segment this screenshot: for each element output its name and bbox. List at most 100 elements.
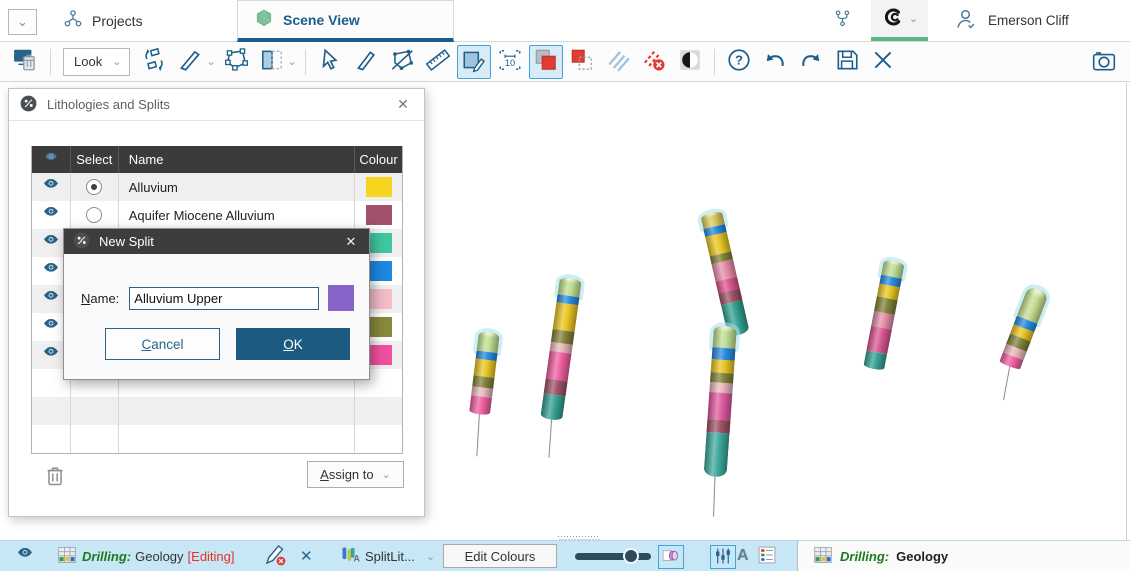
interval-display-toggle[interactable] (710, 545, 736, 569)
show-selection-button[interactable] (601, 45, 635, 79)
select-radio[interactable] (86, 207, 102, 223)
drillhole-interval-segment[interactable] (703, 432, 729, 477)
split-name-input[interactable] (129, 287, 319, 310)
interval-length-button[interactable]: 10 (493, 45, 527, 79)
add-selection-icon (533, 47, 559, 76)
drillhole[interactable] (464, 331, 500, 458)
draw-polyline-button[interactable] (219, 45, 253, 79)
drillhole[interactable] (700, 211, 750, 338)
eye-icon[interactable] (40, 178, 62, 197)
scene-list-item[interactable]: Drilling: Geology (797, 541, 1130, 571)
tab-projects[interactable]: Projects (52, 0, 153, 41)
contrast-button[interactable] (673, 45, 707, 79)
splits-icon (19, 94, 38, 116)
undo-button[interactable] (758, 45, 792, 79)
help-icon: ? (726, 47, 752, 76)
polygon-select-button[interactable] (385, 45, 419, 79)
look-dropdown[interactable]: Look⌄ (63, 48, 130, 76)
drillhole[interactable] (701, 325, 737, 517)
drillhole-collar-segment[interactable] (712, 325, 736, 349)
select-intervals-button[interactable] (457, 45, 491, 79)
undo-icon (762, 47, 788, 76)
close-icon[interactable]: ✕ (392, 96, 414, 113)
eye-icon[interactable] (40, 290, 62, 309)
tab-scene-view[interactable]: Scene View (237, 0, 454, 42)
slider-track[interactable] (575, 553, 651, 560)
name-label: Name: (81, 291, 119, 306)
drillhole-interval-segment[interactable] (469, 395, 492, 415)
help-button[interactable]: ? (722, 45, 756, 79)
layer-visibility-toggle[interactable] (14, 541, 36, 571)
svg-text:A: A (353, 553, 360, 563)
stop-editing-button[interactable] (263, 541, 287, 571)
eye-icon[interactable] (40, 346, 62, 365)
projects-tab-label: Projects (92, 13, 143, 29)
drillhole[interactable] (987, 285, 1049, 402)
drillhole[interactable] (863, 259, 905, 371)
table-row[interactable]: Aquifer Miocene Alluvium (32, 201, 402, 229)
delete-lithology-button[interactable] (43, 463, 67, 490)
close-icon[interactable]: ✕ (341, 234, 361, 250)
screenshot-button[interactable] (1088, 46, 1120, 78)
select-radio[interactable] (86, 179, 102, 195)
clear-selection-button[interactable] (637, 45, 671, 79)
ruler-button[interactable] (421, 45, 455, 79)
trash-icon (43, 475, 67, 490)
split-colour-swatch[interactable] (328, 285, 354, 311)
text-labels-toggle[interactable]: A (737, 541, 749, 571)
swap-objects-button[interactable] (137, 45, 171, 79)
window-menu-button[interactable]: ⌄ (8, 9, 37, 35)
central-menu-button[interactable]: ⌄ (871, 0, 928, 41)
select-tool-button[interactable] (313, 45, 347, 79)
hatch-icon (605, 47, 631, 76)
drillhole-interval-segment[interactable] (540, 393, 565, 421)
eye-icon[interactable] (40, 206, 62, 225)
table-row[interactable]: Alluvium (32, 173, 402, 201)
scene-view-tab-label: Scene View (283, 12, 360, 28)
redo-button[interactable] (794, 45, 828, 79)
toolbar-separator (305, 49, 306, 75)
drillhole[interactable] (535, 276, 582, 458)
draw-slice-line-button[interactable] (349, 45, 383, 79)
eye-icon[interactable] (40, 234, 62, 253)
slicer-button[interactable] (173, 45, 207, 79)
dialog-title-bar[interactable]: New Split ✕ (64, 229, 369, 254)
eye-icon (14, 547, 36, 566)
colour-swatch[interactable] (366, 205, 392, 225)
legend-icon (757, 545, 777, 568)
colour-swatch[interactable] (366, 177, 392, 197)
drillhole-interval-segment[interactable] (553, 302, 579, 332)
cancel-button[interactable]: Cancel (105, 328, 220, 360)
table-row[interactable] (32, 425, 402, 453)
legend-toggle[interactable] (757, 541, 777, 571)
table-row[interactable] (32, 397, 402, 425)
remove-selection-button[interactable] (565, 45, 599, 79)
drillhole-interval-segment[interactable] (863, 350, 887, 371)
radius-slider[interactable] (575, 541, 651, 571)
remove-layer-button[interactable]: ✕ (300, 541, 313, 571)
ok-label: OK (283, 337, 303, 352)
save-button[interactable] (830, 45, 864, 79)
edit-colours-button[interactable]: Edit Colours (443, 544, 557, 568)
slice-mode-button[interactable] (255, 45, 289, 79)
clear-scene-button[interactable] (9, 45, 43, 79)
hatch-remove-icon (641, 47, 667, 76)
user-menu[interactable]: Emerson Cliff (942, 0, 1069, 41)
eye-icon[interactable] (40, 262, 62, 281)
ok-button[interactable]: OK (236, 328, 350, 360)
chevron-down-icon: ⌄ (112, 55, 121, 68)
drillhole-interval-segment[interactable] (707, 392, 732, 421)
add-selection-button[interactable] (529, 45, 563, 79)
close-button[interactable] (866, 45, 900, 79)
cylinder-display-toggle[interactable] (658, 545, 684, 569)
drillhole-collar-segment[interactable] (477, 331, 500, 353)
eye-icon[interactable] (40, 318, 62, 337)
slider-thumb[interactable] (623, 548, 639, 564)
assign-to-button[interactable]: Assign to ⌄ (307, 461, 404, 488)
version-branch-button[interactable] (832, 8, 853, 32)
colour-column-dropdown[interactable]: A SplitLit... ⌄ (340, 541, 435, 571)
drillhole-interval-segment[interactable] (546, 351, 572, 382)
svg-text:?: ? (735, 53, 743, 68)
assign-to-label: Assign to (320, 467, 373, 482)
drillhole-interval-segment[interactable] (866, 326, 891, 355)
